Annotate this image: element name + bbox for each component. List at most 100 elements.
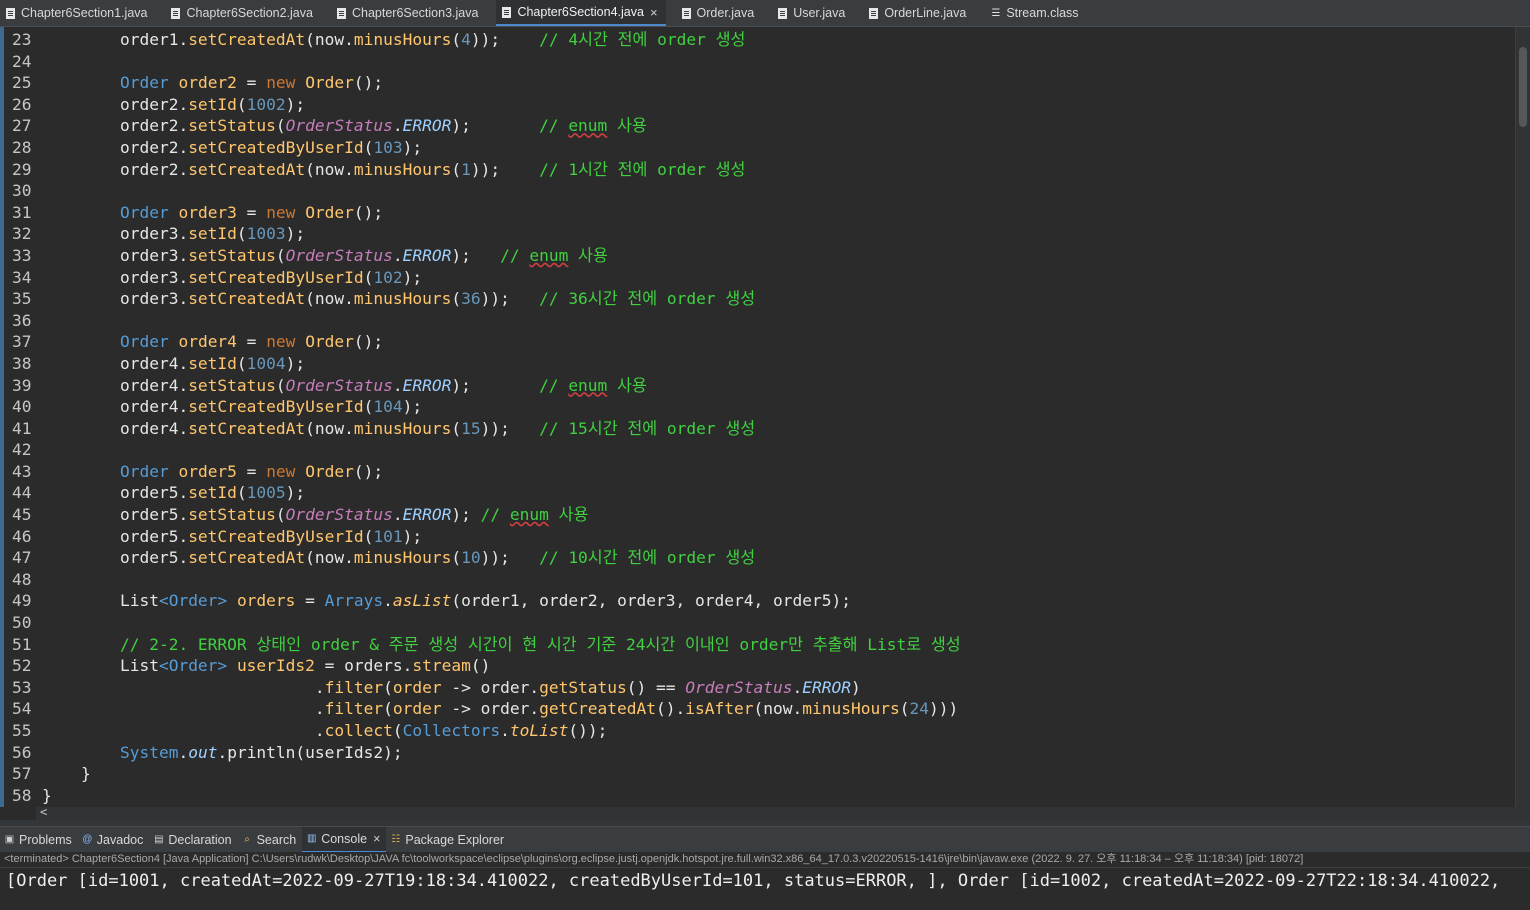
code-token: // 2-2. ERROR 상태인 order & 주문 생성 시간이 현 시간…: [119, 634, 961, 654]
editor-tab[interactable]: OrderLine.java: [863, 0, 974, 26]
code-token: (: [275, 375, 286, 395]
panel-tab[interactable]: ▥ Console ×: [302, 826, 387, 853]
code-line: 35 order3.setCreatedAt(now.minusHours(36…: [0, 288, 1516, 310]
editor-tab[interactable]: Order.java: [676, 0, 763, 26]
line-number: 30: [12, 181, 32, 201]
code-line: 24: [0, 51, 1516, 73]
code-token: 10: [461, 548, 481, 568]
code-token: setCreatedAt: [188, 30, 306, 49]
scroll-left-icon[interactable]: <: [40, 805, 47, 819]
code-token: order5.: [42, 505, 189, 525]
code-token: .: [42, 721, 325, 740]
code-token: getStatus: [539, 677, 627, 697]
code-token: );: [451, 505, 481, 525]
code-line: 47 order5.setCreatedAt(now.minusHours(10…: [0, 547, 1516, 569]
package-explorer-icon: ☷: [391, 834, 401, 845]
code-token: -> order.: [441, 677, 540, 697]
console-view[interactable]: [Order [id=1001, createdAt=2022-09-27T19…: [0, 867, 1530, 910]
editor-tab[interactable]: Chapter6Section4.java ×: [496, 0, 666, 26]
code-editor[interactable]: 23 order1.setCreatedAt(now.minusHours(4)…: [0, 27, 1530, 821]
code-token: toList: [509, 721, 569, 740]
code-token: order4.: [42, 418, 189, 438]
code-token: (: [236, 224, 247, 244]
line-number: 37: [12, 332, 32, 352]
code-token: order4.: [42, 375, 189, 395]
code-token: (: [236, 483, 247, 503]
code-text: order2.setStatus(OrderStatus.ERROR); // …: [42, 115, 647, 137]
code-line: 38 order4.setId(1004);: [0, 353, 1516, 375]
code-line: 30: [0, 180, 1516, 202]
panel-tab[interactable]: ▤ Declaration: [149, 827, 237, 853]
code-token: (now.: [305, 418, 354, 438]
code-token: (: [383, 699, 393, 719]
line-number: 42: [12, 440, 32, 460]
code-token: .: [392, 375, 403, 395]
code-token: (: [363, 267, 374, 287]
code-token: 4: [461, 30, 471, 49]
editor-tab[interactable]: Chapter6Section3.java: [331, 0, 486, 26]
bottom-panel-tab-bar: ▣ Problems @ Javadoc ▤ Declaration ⌕ Search ▥ Con…: [0, 826, 1530, 853]
horizontal-scrollbar[interactable]: <: [36, 805, 1530, 821]
editor-tab-bar: Chapter6Section1.java Chapter6Section2.ja…: [0, 0, 1530, 27]
code-token: (: [275, 505, 286, 525]
code-token: <Order>: [158, 591, 228, 611]
editor-tab[interactable]: User.java: [772, 0, 853, 26]
editor-tab[interactable]: Chapter6Section2.java: [165, 0, 320, 26]
code-token: orders: [236, 591, 296, 611]
code-content[interactable]: 23 order1.setCreatedAt(now.minusHours(4)…: [0, 29, 1516, 806]
close-icon[interactable]: ×: [373, 832, 380, 846]
code-token: // 10시간 전에 order 생성: [539, 548, 756, 568]
code-line: 57 }: [0, 763, 1516, 785]
code-token: = orders.: [314, 656, 413, 676]
code-token: .: [42, 677, 325, 697]
code-token: (: [383, 677, 393, 697]
close-icon[interactable]: ×: [650, 5, 658, 20]
vertical-scrollbar[interactable]: [1515, 27, 1530, 807]
line-number: 58: [12, 785, 32, 805]
code-token: order3.: [42, 289, 189, 309]
code-token: List: [119, 656, 159, 676]
editor-tab[interactable]: ☰ Stream.class: [984, 0, 1086, 26]
code-token: (): [470, 656, 491, 676]
code-token: OrderStatus: [685, 677, 793, 697]
panel-tab[interactable]: @ Javadoc: [78, 827, 150, 853]
console-icon: ▥: [306, 833, 317, 844]
code-line: 55 .collect(Collectors.toList());: [0, 720, 1516, 742]
code-text: .filter(order -> order.getStatus() == Or…: [42, 677, 861, 699]
code-token: order5.: [42, 526, 189, 546]
code-text: Order order3 = new Order();: [42, 202, 383, 224]
code-token: setCreatedByUserId: [188, 137, 364, 157]
code-line: 41 order4.setCreatedAt(now.minusHours(15…: [0, 418, 1516, 440]
line-number: 53: [12, 677, 32, 697]
code-token: Arrays: [324, 591, 384, 611]
code-token: setId: [188, 224, 237, 244]
code-token: (: [363, 397, 374, 417]
panel-tab[interactable]: ⌕ Search: [238, 827, 303, 853]
line-number: 33: [12, 245, 32, 265]
java-file-icon: [336, 7, 346, 19]
code-text: }: [42, 763, 91, 785]
panel-tab[interactable]: ▣ Problems: [0, 827, 78, 853]
code-text: order4.setId(1004);: [42, 353, 305, 375]
code-token: (: [275, 116, 286, 136]
code-token: 101: [373, 526, 403, 546]
code-token: order5.: [42, 548, 189, 568]
class-file-icon: ☰: [991, 7, 1001, 19]
code-token: getCreatedAt: [539, 699, 657, 719]
line-number: 41: [12, 418, 32, 438]
code-token: //: [500, 245, 530, 265]
code-token: =: [236, 73, 267, 93]
code-token: order3: [178, 202, 237, 222]
console-output: [Order [id=1001, createdAt=2022-09-27T19…: [6, 871, 1501, 891]
code-token: userIds2: [236, 656, 315, 676]
panel-tab[interactable]: ☷ Package Explorer: [386, 827, 510, 853]
code-token: 사용: [568, 245, 608, 265]
code-token: isAfter: [685, 699, 754, 719]
code-token: );: [402, 397, 423, 417]
code-token: ());: [568, 721, 608, 740]
editor-tab[interactable]: Chapter6Section1.java: [0, 0, 155, 26]
code-line: 42: [0, 439, 1516, 461]
scroll-thumb[interactable]: [1519, 47, 1527, 127]
